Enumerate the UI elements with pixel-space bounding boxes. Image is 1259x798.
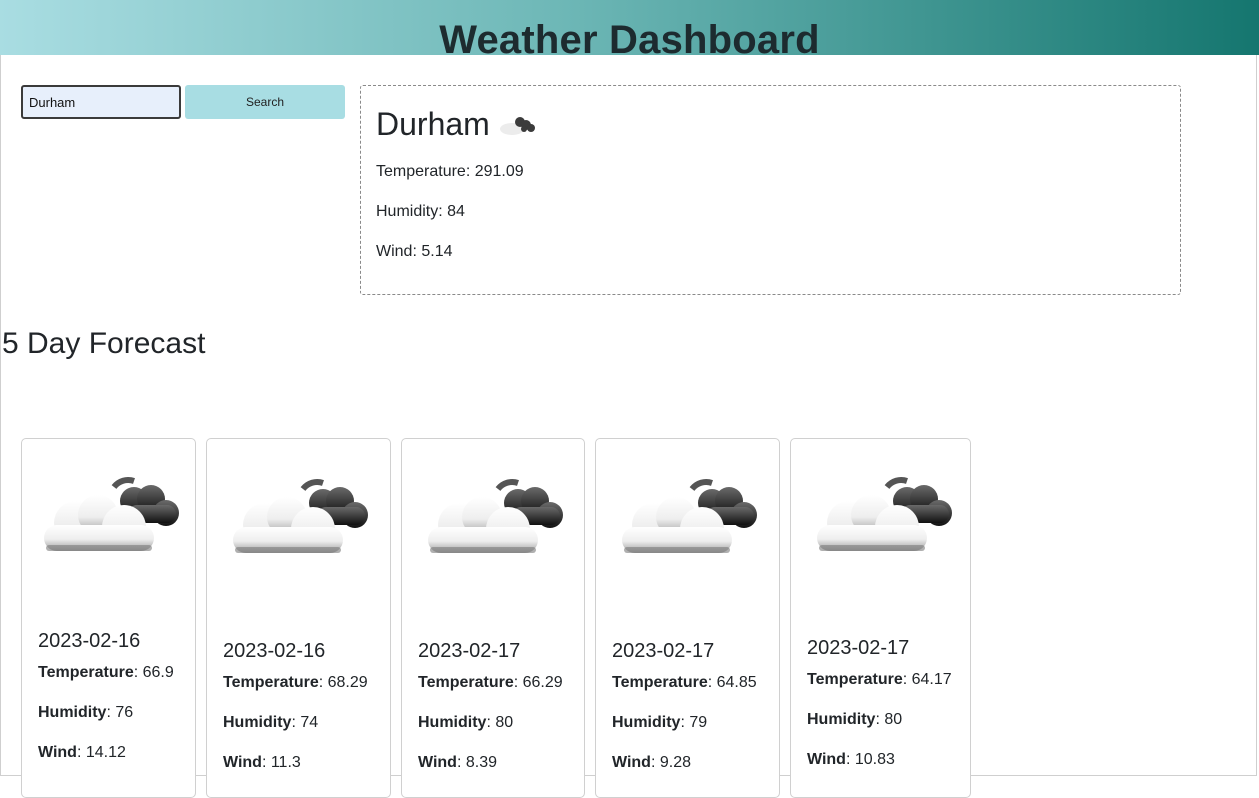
- current-weather-card: Durham Temperature: 291.09 Humidity: 84 …: [360, 85, 1181, 295]
- forecast-humidity-value: 74: [300, 714, 319, 731]
- current-temperature-value: 291.09: [474, 163, 524, 180]
- forecast-date: 2023-02-17: [418, 640, 521, 662]
- forecast-date: 2023-02-16: [38, 630, 141, 652]
- current-humidity-label: Humidity:: [376, 203, 443, 220]
- forecast-humidity: Humidity: 74: [223, 714, 319, 731]
- forecast-temperature: Temperature: 64.85: [612, 674, 757, 691]
- forecast-temperature: Temperature: 66.9: [38, 664, 174, 681]
- forecast-card: 2023-02-16 Temperature: 68.29 Humidity: …: [206, 438, 391, 798]
- forecast-card: 2023-02-16 Temperature: 66.9 Humidity: 7…: [21, 438, 196, 798]
- forecast-temperature-value: 66.29: [522, 674, 563, 691]
- forecast-temperature-value: 64.85: [716, 674, 757, 691]
- current-temperature-label: Temperature:: [376, 163, 471, 180]
- forecast-temperature-label: Temperature: [807, 671, 903, 688]
- forecast-humidity: Humidity: 80: [807, 711, 903, 728]
- cloud-night-icon: [499, 117, 535, 135]
- forecast-wind: Wind: 11.3: [223, 754, 301, 771]
- forecast-humidity-label: Humidity: [223, 714, 292, 731]
- forecast-temperature: Temperature: 66.29: [418, 674, 563, 691]
- forecast-humidity-value: 79: [689, 714, 708, 731]
- cloud-night-icon: [420, 477, 570, 577]
- forecast-wind: Wind: 8.39: [418, 754, 497, 771]
- current-wind-value: 5.14: [421, 243, 453, 260]
- forecast-humidity-label: Humidity: [418, 714, 487, 731]
- forecast-card: 2023-02-17 Temperature: 64.85 Humidity: …: [595, 438, 780, 798]
- forecast-wind-label: Wind: [38, 744, 77, 761]
- search-input[interactable]: [21, 85, 181, 119]
- current-temperature: Temperature: 291.09: [376, 163, 524, 181]
- cloud-night-icon: [614, 477, 764, 577]
- forecast-wind-value: 10.83: [854, 751, 895, 768]
- forecast-temperature-label: Temperature: [223, 674, 319, 691]
- forecast-date: 2023-02-17: [612, 640, 715, 662]
- forecast-humidity-value: 80: [495, 714, 514, 731]
- forecast-temperature-value: 68.29: [327, 674, 368, 691]
- forecast-card: 2023-02-17 Temperature: 64.17 Humidity: …: [790, 438, 971, 798]
- forecast-wind-value: 11.3: [270, 754, 301, 771]
- forecast-wind: Wind: 14.12: [38, 744, 126, 761]
- forecast-temperature-label: Temperature: [418, 674, 514, 691]
- forecast-humidity: Humidity: 79: [612, 714, 708, 731]
- forecast-humidity-label: Humidity: [612, 714, 681, 731]
- forecast-heading: 5 Day Forecast: [2, 327, 206, 360]
- search-button[interactable]: Search: [185, 85, 345, 119]
- cloud-night-icon: [36, 475, 186, 575]
- forecast-humidity-value: 80: [884, 711, 903, 728]
- forecast-humidity-value: 76: [115, 704, 134, 721]
- forecast-humidity: Humidity: 76: [38, 704, 134, 721]
- current-wind: Wind: 5.14: [376, 243, 453, 261]
- forecast-temperature: Temperature: 64.17: [807, 671, 952, 688]
- current-city-row: Durham: [376, 104, 538, 144]
- forecast-wind-label: Wind: [807, 751, 846, 768]
- forecast-temperature-value: 66.9: [142, 664, 174, 681]
- forecast-card: 2023-02-17 Temperature: 66.29 Humidity: …: [401, 438, 585, 798]
- forecast-wind: Wind: 9.28: [612, 754, 691, 771]
- current-wind-label: Wind:: [376, 243, 417, 260]
- forecast-humidity-label: Humidity: [807, 711, 876, 728]
- current-humidity-value: 84: [447, 203, 465, 220]
- cloud-night-icon: [225, 477, 375, 577]
- forecast-temperature-label: Temperature: [612, 674, 708, 691]
- forecast-temperature-value: 64.17: [911, 671, 952, 688]
- forecast-wind-label: Wind: [612, 754, 651, 771]
- cloud-night-icon: [809, 475, 959, 575]
- page-title: Weather Dashboard: [439, 18, 820, 55]
- forecast-wind-label: Wind: [418, 754, 457, 771]
- forecast-temperature-label: Temperature: [38, 664, 134, 681]
- forecast-date: 2023-02-16: [223, 640, 326, 662]
- forecast-wind: Wind: 10.83: [807, 751, 895, 768]
- header: Weather Dashboard: [0, 0, 1259, 55]
- forecast-humidity-label: Humidity: [38, 704, 107, 721]
- forecast-wind-label: Wind: [223, 754, 262, 771]
- current-humidity: Humidity: 84: [376, 203, 465, 221]
- forecast-wind-value: 9.28: [659, 754, 691, 771]
- forecast-temperature: Temperature: 68.29: [223, 674, 368, 691]
- forecast-wind-value: 8.39: [465, 754, 497, 771]
- forecast-wind-value: 14.12: [85, 744, 126, 761]
- forecast-date: 2023-02-17: [807, 637, 910, 659]
- forecast-humidity: Humidity: 80: [418, 714, 514, 731]
- current-city-name: Durham: [376, 106, 490, 142]
